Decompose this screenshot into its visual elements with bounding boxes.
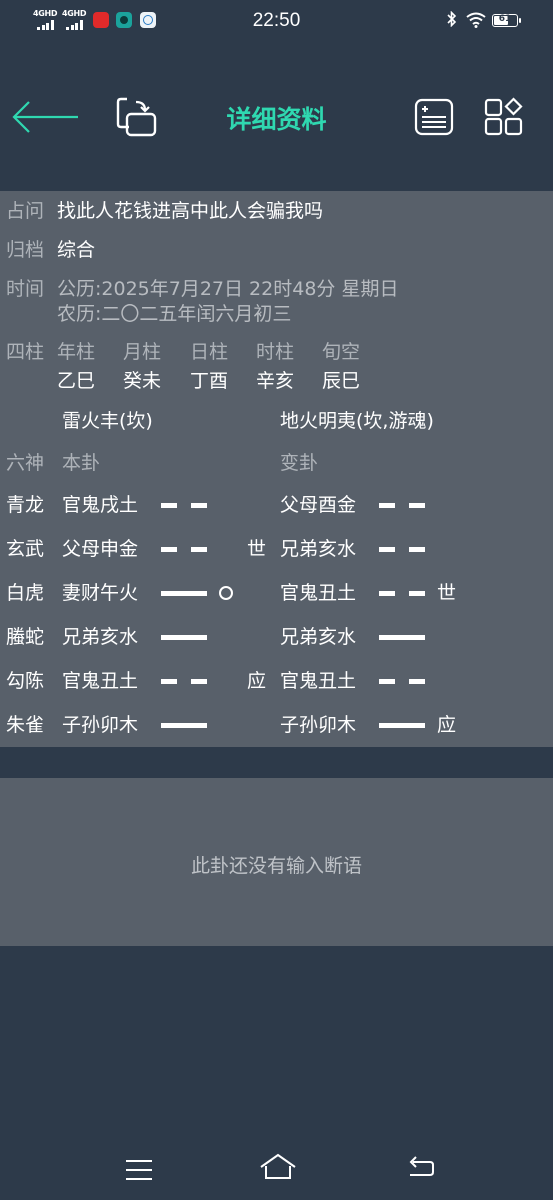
six-spirit-label: 青龙 — [6, 494, 45, 516]
changed-line-label: 官鬼丑土 — [280, 670, 357, 692]
pillar-value: 癸未 — [123, 370, 162, 392]
changed-line-yin — [379, 679, 395, 684]
apps-grid-icon — [484, 97, 523, 136]
category-value: 综合 — [57, 239, 96, 261]
main-line-yang — [161, 723, 207, 728]
section-divider — [0, 747, 553, 778]
six-spirit-label: 白虎 — [6, 582, 45, 604]
six-spirit-label: 勾陈 — [6, 670, 45, 692]
pillar-header: 时柱 — [256, 341, 295, 363]
main-line-yin — [161, 679, 177, 684]
main-line-yin — [161, 547, 177, 552]
category-label: 归档 — [6, 239, 45, 261]
pillar-header: 日柱 — [190, 341, 229, 363]
pillar-value: 乙巳 — [57, 370, 96, 392]
six-spirit-label: 玄武 — [6, 538, 45, 560]
main-line-marker: 世 — [247, 538, 267, 560]
judgment-empty-text: 此卦还没有输入断语 — [190, 855, 362, 877]
battery-level: 61 — [498, 14, 512, 24]
pillar-value: 辰巳 — [322, 370, 361, 392]
main-line-label: 妻财午火 — [62, 582, 139, 604]
changed-line-label: 子孙卯木 — [280, 714, 357, 736]
judgment-panel[interactable]: 此卦还没有输入断语 — [0, 778, 553, 946]
main-line-yin — [191, 547, 207, 552]
main-line-label: 父母申金 — [62, 538, 139, 560]
pillars-label: 四柱 — [6, 341, 45, 363]
pillar-value: 辛亥 — [256, 370, 295, 392]
changed-line-yin — [379, 591, 395, 596]
changed-line-yin — [409, 591, 425, 596]
changed-line-label: 父母酉金 — [280, 494, 357, 516]
home-icon[interactable] — [258, 1152, 298, 1182]
spirits-label: 六神 — [6, 452, 45, 474]
main-line-yang — [161, 635, 207, 640]
main-line-label: 子孙卯木 — [62, 714, 139, 736]
changed-line-yin — [379, 503, 395, 508]
main-line-yin — [161, 503, 177, 508]
changed-line-yin — [409, 503, 425, 508]
main-line-marker: 应 — [247, 670, 267, 692]
pillar-value: 丁酉 — [190, 370, 229, 392]
changed-hexagram-label: 变卦 — [280, 452, 319, 474]
changed-line-label: 兄弟亥水 — [280, 538, 357, 560]
pillar-header: 旬空 — [322, 341, 361, 363]
main-line-label: 官鬼丑土 — [62, 670, 139, 692]
status-bar: 4GHD 4GHD 22:50 61 — [0, 0, 553, 42]
changed-line-yin — [379, 547, 395, 552]
hexagram-info-panel: 占问 找此人花钱进高中此人会骗我吗 归档 综合 时间 公历:2025年7月27日… — [0, 191, 553, 747]
time-label: 时间 — [6, 278, 45, 300]
page-title: 详细资料 — [226, 105, 327, 134]
main-line-label: 兄弟亥水 — [62, 626, 139, 648]
main-hexagram-name: 雷火丰(坎) — [62, 410, 153, 432]
changed-line-label: 官鬼丑土 — [280, 582, 357, 604]
pillar-header: 月柱 — [123, 341, 162, 363]
changed-hexagram-name: 地火明夷(坎,游魂) — [280, 410, 434, 432]
wifi-icon — [466, 12, 486, 32]
add-note-button[interactable] — [414, 98, 454, 136]
changed-line-marker: 应 — [437, 714, 457, 736]
lunar-date: 农历:二〇二五年闰六月初三 — [57, 303, 292, 325]
pillar-header: 年柱 — [57, 341, 96, 363]
changed-line-marker: 世 — [437, 582, 457, 604]
main-line-yin — [191, 679, 207, 684]
main-line-yang — [161, 591, 207, 596]
changed-line-yang — [379, 723, 425, 728]
add-note-icon — [414, 98, 454, 136]
moving-line-icon — [219, 586, 233, 600]
six-spirit-label: 朱雀 — [6, 714, 45, 736]
solar-date: 公历:2025年7月27日 22时48分 星期日 — [57, 278, 399, 300]
battery-icon: 61 — [492, 14, 518, 27]
main-line-label: 官鬼戌土 — [62, 494, 139, 516]
bluetooth-icon — [447, 10, 457, 31]
changed-line-label: 兄弟亥水 — [280, 626, 357, 648]
main-line-yin — [191, 503, 207, 508]
question-text: 找此人花钱进高中此人会骗我吗 — [57, 200, 324, 222]
apps-grid-button[interactable] — [484, 97, 524, 137]
main-hexagram-label: 本卦 — [62, 452, 101, 474]
question-label: 占问 — [6, 200, 45, 222]
changed-line-yin — [409, 547, 425, 552]
system-nav-bar — [0, 1140, 553, 1200]
six-spirit-label: 螣蛇 — [6, 626, 45, 648]
menu-icon[interactable] — [124, 1157, 154, 1183]
changed-line-yang — [379, 635, 425, 640]
changed-line-yin — [409, 679, 425, 684]
back-icon[interactable] — [406, 1154, 436, 1182]
